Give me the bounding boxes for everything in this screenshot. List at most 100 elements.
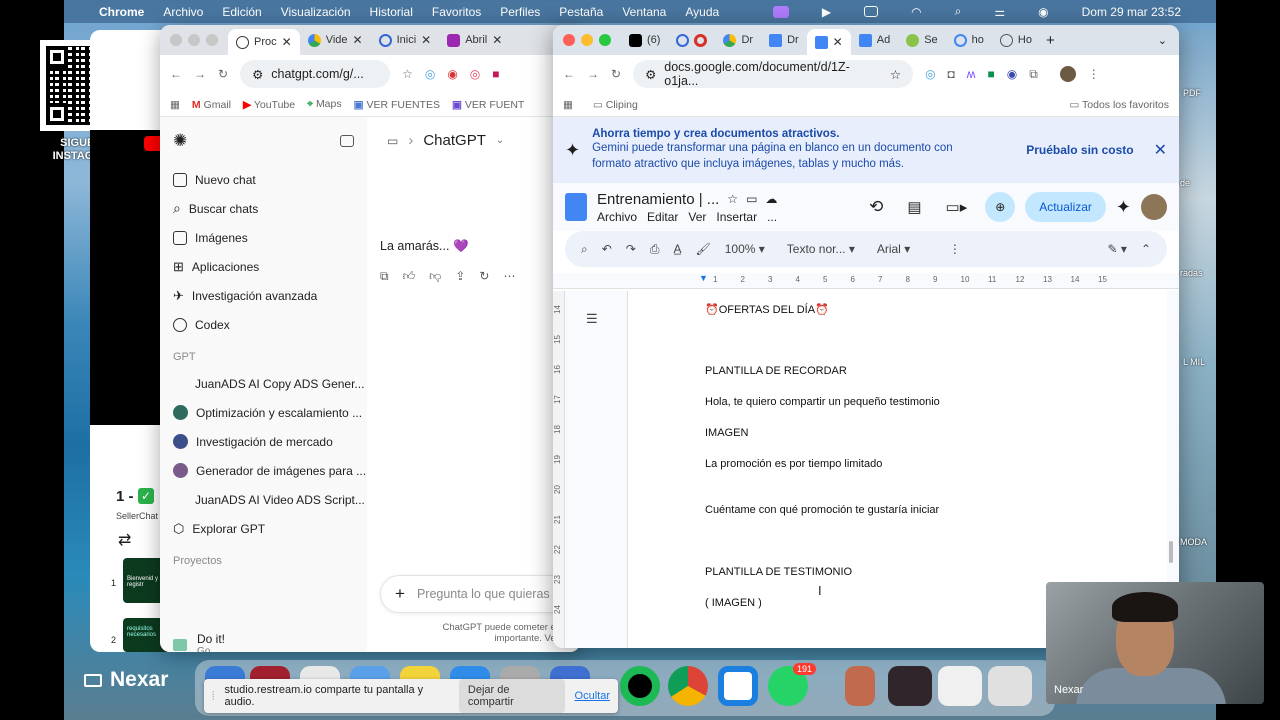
tab-ho[interactable]: Ho [992,28,1040,52]
menu-insertar[interactable]: Insertar [716,210,757,224]
menu-visualizacion[interactable]: Visualización [281,5,351,19]
close-tab-icon[interactable]: ✕ [282,35,292,49]
star-icon[interactable]: ☆ [727,192,738,206]
print-icon[interactable]: ⎙ [650,242,660,257]
wifi-icon[interactable]: ◠ [911,5,921,19]
sidebar-item-new-chat[interactable]: Nuevo chat [160,165,367,194]
more-icon[interactable]: ⋮ [1088,67,1100,81]
sidebar-item-apps[interactable]: ⊞ Aplicaciones [160,252,367,281]
gpt-item[interactable]: Investigación de mercado [160,427,367,456]
extension-icon[interactable]: ◎ [470,67,480,81]
forward-icon[interactable]: → [194,67,206,81]
bookmark-star-icon[interactable]: ☆ [890,67,901,82]
tab-inici[interactable]: Inici ✕ [371,28,440,52]
menu-app-name[interactable]: Chrome [99,5,144,19]
tab-tiktok[interactable]: (6) [621,28,668,52]
play-icon[interactable]: ▶ [822,5,831,19]
sidebar-item-deep-research[interactable]: ✈ Investigación avanzada [160,281,367,310]
gpt-item[interactable]: Optimización y escalamiento ... [160,398,367,427]
desktop-file-label[interactable]: L MIL [1183,357,1205,367]
scrollbar-thumb[interactable] [1169,541,1173,563]
chrome-icon[interactable] [668,666,708,706]
control-center-icon[interactable]: ⚌ [994,5,1005,19]
copy-icon[interactable]: ⧉ [380,269,389,284]
sidebar-item-codex[interactable]: Codex [160,310,367,339]
dock-app-icon[interactable] [845,666,875,706]
extension-icon[interactable]: ◎ [925,67,935,81]
outline-icon[interactable]: ☰ [586,311,598,327]
puzzle-icon[interactable]: ⧉ [1029,67,1038,82]
style-select[interactable]: Texto nor... ▾ [787,242,855,256]
reload-icon[interactable]: ↻ [218,67,228,81]
menu-archivo[interactable]: Archivo [597,210,637,224]
menu-ayuda[interactable]: Ayuda [685,5,719,19]
gpt-item[interactable]: JuanADS AI Copy ADS Gener... [160,369,367,398]
reload-icon[interactable]: ↻ [611,67,621,81]
undo-icon[interactable]: ↶ [602,242,612,256]
gemini-icon[interactable]: ✦ [1116,197,1131,218]
tab-ad[interactable]: Ad [851,28,898,52]
tab-search-icon[interactable]: ⌄ [1158,34,1167,47]
tab-drive[interactable]: Dr [715,28,761,52]
collapse-icon[interactable]: ⌃ [1141,242,1151,256]
tab-vide[interactable]: Vide ✕ [300,28,371,52]
menu-datetime[interactable]: Dom 29 mar 23:52 [1082,5,1181,19]
document-title[interactable]: Entrenamiento | ... [597,191,719,208]
close-window-button[interactable] [170,34,182,46]
regenerate-icon[interactable]: ↻ [479,269,489,284]
search-icon[interactable]: ⌕ [581,242,588,257]
move-folder-icon[interactable]: ▭ [746,192,757,206]
thumbs-down-icon[interactable]: 👎︎ [429,269,441,284]
spellcheck-icon[interactable]: A̲ [673,242,681,256]
redo-icon[interactable]: ↷ [626,242,636,256]
share-people-icon[interactable]: ⊕ [985,192,1016,222]
back-icon[interactable]: ← [563,67,575,81]
siri-icon[interactable]: ◉ [1038,5,1048,19]
notice-drag-handle[interactable]: ⦙ [212,690,214,703]
menu-ver[interactable]: Ver [688,210,706,224]
chevron-down-icon[interactable]: ⌄ [496,135,504,146]
sidebar-item-search[interactable]: ⌕ Buscar chats [160,194,367,223]
more-icon[interactable]: ⋯ [503,269,515,284]
address-bar[interactable]: ⚙ docs.google.com/document/d/1Z-o1ja... ☆ [633,60,914,88]
hide-link[interactable]: Ocultar [575,690,610,702]
apps-grid-icon[interactable]: ▦ [170,99,180,111]
minimize-window-button[interactable] [188,34,200,46]
forward-icon[interactable]: → [587,67,599,81]
menu-more[interactable]: ... [767,210,777,224]
gpt-item[interactable]: JuanADS AI Video ADS Script... [160,485,367,514]
update-button[interactable]: Actualizar [1025,192,1106,222]
explore-gpts[interactable]: ⬡ Explorar GPT [160,514,367,543]
bookmark-maps[interactable]: ⌖ Maps [307,98,342,111]
close-tab-icon[interactable]: ✕ [833,35,843,49]
extension-icon[interactable]: ■ [492,67,499,81]
camera-icon[interactable]: ◘ [948,67,955,81]
tab-abril[interactable]: Abril ✕ [439,28,510,52]
paint-format-icon[interactable]: 🖌︎ [695,242,710,256]
repeat-icon[interactable]: ⇄ [118,530,131,550]
extension-icon[interactable]: ◉ [447,67,457,81]
zoom-window-button[interactable] [599,34,611,46]
openai-logo-icon[interactable]: ✺ [173,131,187,151]
all-bookmarks[interactable]: ▭ Todos los favoritos [1069,99,1169,111]
extension-icon[interactable]: ◎ [425,67,435,81]
site-info-icon[interactable]: ⚙ [252,67,263,82]
battery-icon[interactable] [864,6,879,17]
share-icon[interactable]: ⇪ [455,269,465,284]
gpt-item[interactable]: Generador de imágenes para ... [160,456,367,485]
avatar[interactable] [1059,66,1076,82]
extension-icon[interactable]: ■ [987,67,994,81]
bookmark-ver-fuentes-2[interactable]: ▣ VER FUENT [452,99,524,111]
bookmark-youtube[interactable]: ▶ YouTube [243,99,295,111]
minimize-window-button[interactable] [581,34,593,46]
menu-edicion[interactable]: Edición [222,5,261,19]
meet-icon[interactable]: ▭▸ [946,198,968,216]
folder-icon[interactable]: ▭ [387,134,398,148]
menu-archivo[interactable]: Archivo [163,5,203,19]
bookmark-folder[interactable]: ▭ Cliping [593,99,638,111]
thumbs-up-icon[interactable]: 👍︎ [403,269,416,284]
bookmark-star-icon[interactable]: ☆ [402,67,413,81]
comments-icon[interactable]: ▤ [907,198,921,216]
menu-historial[interactable]: Historial [370,5,413,19]
zoom-select[interactable]: 100% ▾ [725,242,765,256]
